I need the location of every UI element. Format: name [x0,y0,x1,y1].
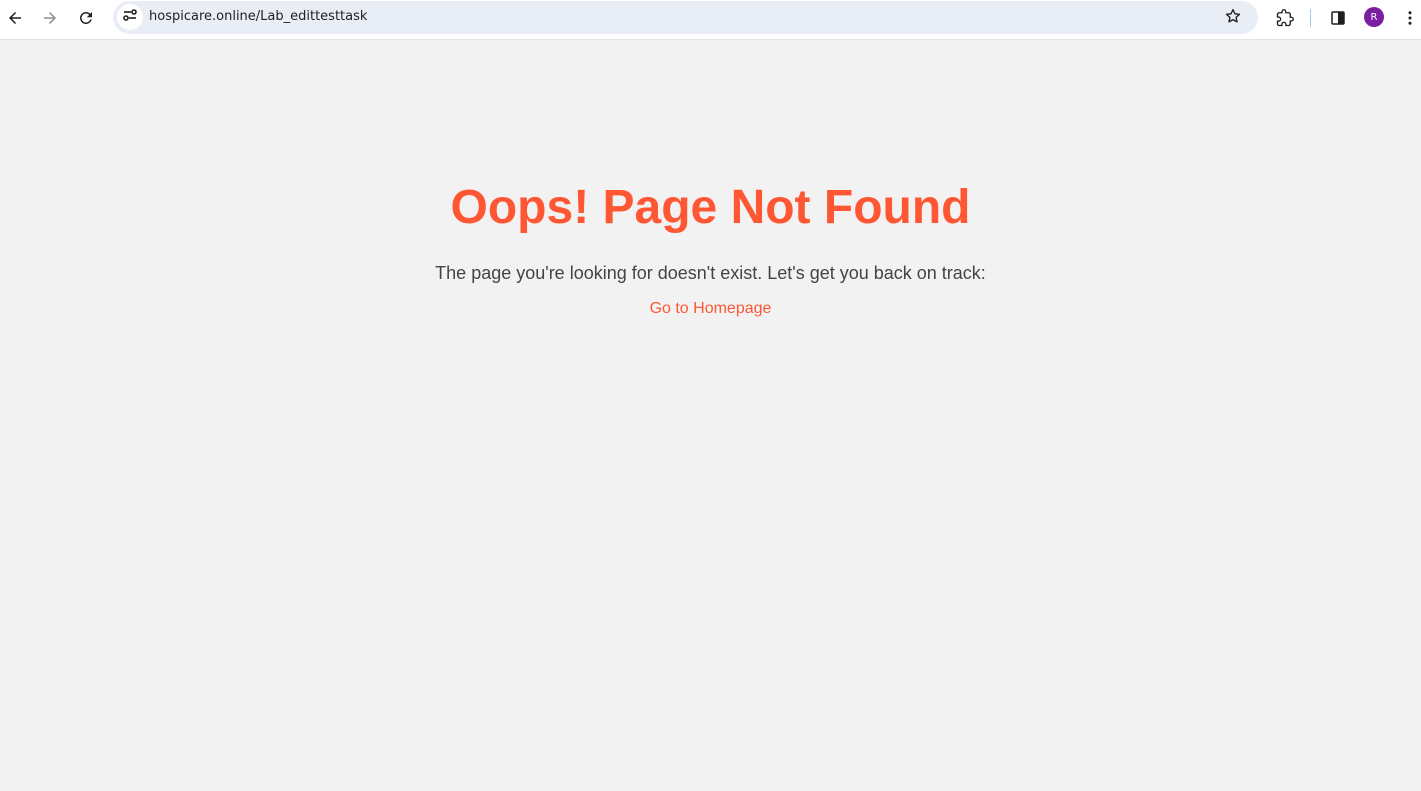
bookmark-button[interactable] [1222,7,1244,29]
forward-arrow-icon [41,9,59,32]
back-button[interactable] [0,5,30,35]
reload-button[interactable] [71,5,101,35]
avatar[interactable]: R [1364,7,1384,27]
error-content: Oops! Page Not Found The page you're loo… [0,41,1421,319]
page-title: Oops! Page Not Found [450,181,971,234]
star-icon [1224,7,1242,30]
extensions-button[interactable] [1270,5,1300,35]
browser-toolbar: hospicare.online/Lab_edittesttask R [0,0,1421,40]
error-message: The page you're looking for doesn't exis… [435,263,986,283]
address-bar[interactable]: hospicare.online/Lab_edittesttask [113,1,1258,34]
reload-icon [77,9,95,32]
site-info-button[interactable] [117,4,143,30]
homepage-link[interactable]: Go to Homepage [650,299,772,319]
site-info-icon [122,7,138,28]
back-arrow-icon [6,9,24,32]
more-menu-icon [1401,9,1419,32]
forward-button[interactable] [35,5,65,35]
side-panel-icon [1329,9,1347,32]
extensions-icon [1276,8,1294,32]
toolbar-divider [1310,9,1311,27]
more-menu-button[interactable] [1395,5,1421,35]
side-panel-button[interactable] [1323,5,1353,35]
url-text[interactable]: hospicare.online/Lab_edittesttask [149,9,367,24]
